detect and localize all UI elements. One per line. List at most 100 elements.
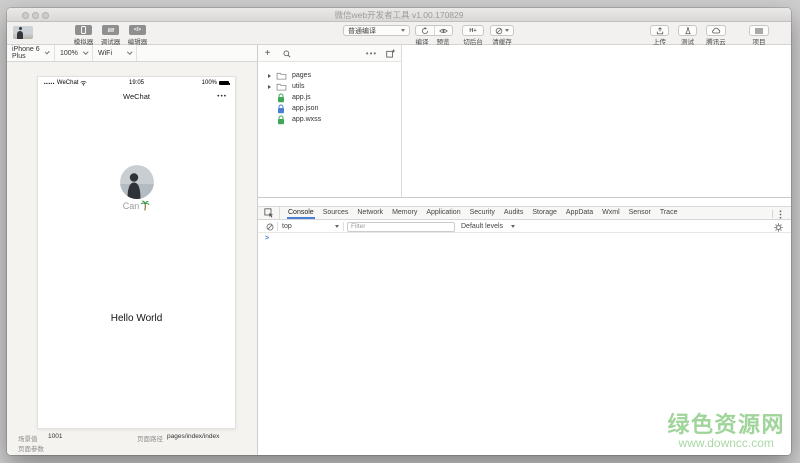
profile-name[interactable]: Can <box>38 200 235 211</box>
project-button[interactable] <box>749 25 769 36</box>
app-window: 微信web开发者工具 v1.00.170829 模拟器 调试器 </> 编辑器 … <box>7 8 791 455</box>
refresh-icon <box>421 27 429 35</box>
folder-icon <box>276 71 287 81</box>
console-output[interactable]: > 绿色资源网 www.downcc.com <box>258 233 791 455</box>
search-icon[interactable] <box>281 48 292 59</box>
profile-avatar[interactable] <box>120 165 154 199</box>
tab-sensor[interactable]: Sensor <box>628 207 652 219</box>
switch-background-button[interactable]: H+ <box>462 25 484 36</box>
main-toolbar: 模拟器 调试器 </> 编辑器 普通编译 <box>7 22 791 45</box>
network-value: WiFi <box>98 50 112 57</box>
cloud-icon <box>711 27 721 34</box>
watermark: 绿色资源网 www.downcc.com <box>667 412 785 451</box>
tab-storage[interactable]: Storage <box>531 207 558 219</box>
clear-cache-button[interactable] <box>490 25 514 36</box>
network-dropdown[interactable]: WiFi <box>93 45 137 61</box>
zoom-dropdown[interactable]: 100% <box>55 45 93 61</box>
device-dropdown[interactable]: iPhone 6 Plus <box>7 45 55 61</box>
zoom-value: 100% <box>60 50 78 57</box>
json-file-icon <box>276 104 287 114</box>
simulator-panel: ••••• WeChat 19:05 100% WeChat ••• <box>7 62 258 455</box>
settings-gear-icon[interactable] <box>774 223 783 232</box>
menu-icon <box>755 28 763 34</box>
background-icon: H+ <box>469 28 476 34</box>
clear-console-icon[interactable] <box>266 223 274 231</box>
scene-label: 场景值 <box>18 433 38 443</box>
watermark-title: 绿色资源网 <box>667 412 785 437</box>
chevron-down-icon <box>45 50 50 55</box>
path-label: 页面路径 <box>137 433 163 443</box>
upload-icon <box>656 27 664 35</box>
tab-audits[interactable]: Audits <box>503 207 524 219</box>
tab-memory[interactable]: Memory <box>391 207 418 219</box>
disclosure-triangle-icon[interactable] <box>268 74 271 78</box>
close-button[interactable] <box>22 12 29 19</box>
js-file-icon <box>276 93 287 103</box>
param-label: 页面参数 <box>18 443 44 453</box>
tree-item-label: app.json <box>292 105 318 112</box>
chevron-down-icon <box>401 29 405 32</box>
simulator-footer: 场景值 1001 页面路径 pages/index/index 页面参数 <box>7 429 257 455</box>
tencent-cloud-button[interactable] <box>706 25 726 36</box>
tree-item-app-js[interactable]: app.js <box>258 92 400 103</box>
chevron-down-icon[interactable] <box>511 225 515 228</box>
tab-application[interactable]: Application <box>425 207 461 219</box>
tree-item-label: app.js <box>292 94 311 101</box>
test-button[interactable] <box>678 25 697 36</box>
path-value: pages/index/index <box>167 433 219 440</box>
tree-item-utils[interactable]: utils <box>258 81 400 92</box>
debugger-icon <box>107 27 115 33</box>
kebab-menu-icon[interactable] <box>775 209 785 219</box>
devtools-tab-bar: Console Sources Network Memory Applicati… <box>258 206 791 220</box>
add-file-button[interactable]: + <box>262 48 273 59</box>
zoom-button[interactable] <box>42 12 49 19</box>
tab-appdata[interactable]: AppData <box>565 207 594 219</box>
tree-item-pages[interactable]: pages <box>258 70 400 81</box>
chevron-down-icon <box>505 29 509 32</box>
tree-item-app-wxss[interactable]: app.wxss <box>258 114 400 125</box>
tab-network[interactable]: Network <box>356 207 384 219</box>
user-avatar[interactable] <box>13 26 33 39</box>
watermark-url: www.downcc.com <box>667 437 785 451</box>
tree-item-label: pages <box>292 72 311 79</box>
mini-program-menu[interactable]: ••• <box>217 93 227 100</box>
compile-button[interactable] <box>416 26 434 35</box>
minimize-button[interactable] <box>32 12 39 19</box>
tab-security[interactable]: Security <box>469 207 496 219</box>
editor-panel-button[interactable]: </> <box>129 25 146 35</box>
code-icon: </> <box>134 27 141 33</box>
console-toolbar: top Default levels <box>258 220 791 233</box>
inspect-element-icon[interactable] <box>258 207 280 219</box>
phone-screen[interactable]: ••••• WeChat 19:05 100% WeChat ••• <box>37 76 236 429</box>
log-levels-selector[interactable]: Default levels <box>461 223 503 230</box>
tab-console[interactable]: Console <box>287 207 315 219</box>
tree-item-label: utils <box>292 83 304 90</box>
phone-nav-bar: WeChat ••• <box>38 89 235 103</box>
filter-input[interactable] <box>347 222 455 232</box>
context-selector[interactable]: top <box>282 223 292 230</box>
clear-cache-icon <box>495 27 503 35</box>
tree-item-label: app.wxss <box>292 116 321 123</box>
more-icon[interactable]: ••• <box>366 48 377 59</box>
debugger-panel-button[interactable] <box>102 25 119 35</box>
upload-button[interactable] <box>650 25 669 36</box>
chevron-down-icon[interactable] <box>335 225 339 228</box>
status-time: 19:05 <box>38 80 235 86</box>
tree-item-app-json[interactable]: app.json <box>258 103 400 114</box>
device-value: iPhone 6 Plus <box>12 46 46 60</box>
tab-wxml[interactable]: Wxml <box>601 207 621 219</box>
title-bar: 微信web开发者工具 v1.00.170829 <box>7 8 791 22</box>
wxss-file-icon <box>276 115 287 125</box>
folder-icon <box>276 82 287 92</box>
flask-icon <box>684 27 692 35</box>
preview-button[interactable] <box>435 26 453 35</box>
tab-sources[interactable]: Sources <box>322 207 350 219</box>
disclosure-triangle-icon[interactable] <box>268 85 271 89</box>
tab-trace[interactable]: Trace <box>659 207 679 219</box>
compile-mode-dropdown[interactable]: 普通编译 <box>343 25 410 36</box>
editor-area[interactable] <box>402 45 791 197</box>
new-window-icon[interactable] <box>385 48 396 59</box>
console-prompt: > <box>265 235 269 242</box>
device-bar: iPhone 6 Plus 100% WiFi <box>7 45 258 62</box>
simulator-panel-button[interactable] <box>75 25 92 35</box>
